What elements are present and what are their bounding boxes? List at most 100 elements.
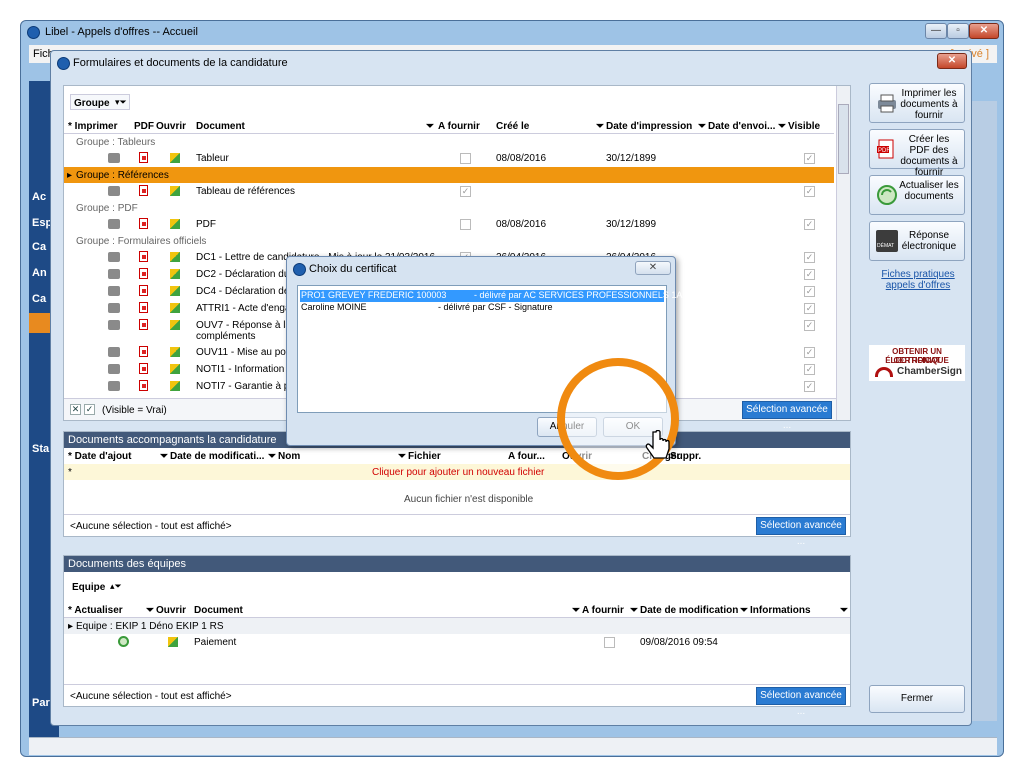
filter-icon[interactable]: ⏷ (778, 121, 786, 132)
close-button[interactable]: Fermer (869, 685, 965, 713)
visible-checkbox[interactable]: ✓ (804, 252, 815, 263)
visible-checkbox[interactable]: ✓ (804, 219, 815, 230)
table-row[interactable]: PDF 08/08/2016 30/12/1899 ✓ (64, 216, 834, 232)
table-row[interactable]: Tableau de références ✓ ✓ (64, 183, 834, 199)
visible-checkbox[interactable]: ✓ (804, 364, 815, 375)
col-date-modification[interactable]: Date de modificati... (170, 451, 264, 462)
vertical-scrollbar[interactable] (836, 86, 850, 420)
a-fournir-checkbox[interactable] (460, 153, 471, 164)
window-titlebar[interactable]: Libel - Appels d'offres -- Accueil — ▫ ✕ (21, 21, 1003, 43)
sidebar-item[interactable]: Ac (32, 191, 46, 203)
col-ouvrir[interactable]: Ouvrir (156, 121, 186, 132)
open-icon[interactable] (170, 381, 180, 391)
open-icon[interactable] (168, 637, 178, 647)
print-icon[interactable] (108, 286, 120, 296)
visible-checkbox[interactable]: ✓ (804, 347, 815, 358)
fiches-pratiques-link[interactable]: Fiches pratiques appels d'offres (871, 269, 965, 291)
minimize-button[interactable]: — (925, 23, 947, 39)
pdf-icon[interactable] (139, 152, 148, 163)
filter-icon[interactable]: ⏷ (840, 605, 848, 616)
a-fournir-checkbox[interactable]: ✓ (460, 186, 471, 197)
print-documents-button[interactable]: Imprimer les documents à fournir (869, 83, 965, 123)
col-cree-le[interactable]: Créé le (496, 121, 529, 132)
filter-icon[interactable]: ⏷ (268, 451, 276, 462)
open-icon[interactable] (170, 320, 180, 330)
print-icon[interactable] (108, 186, 120, 196)
pdf-icon[interactable] (139, 346, 148, 357)
print-icon[interactable] (108, 153, 120, 163)
col-visible[interactable]: Visible (788, 121, 820, 132)
scrollbar-thumb[interactable] (838, 104, 849, 174)
team-group-row[interactable]: ▸ Equipe : EKIP 1 Déno EKIP 1 RS (64, 618, 850, 634)
visible-checkbox[interactable]: ✓ (804, 381, 815, 392)
col-date-modification[interactable]: Date de modification (640, 605, 738, 616)
filter-icon[interactable]: ⏷ (426, 121, 434, 132)
print-icon[interactable] (108, 269, 120, 279)
filter-icon[interactable]: ⏷ (630, 605, 638, 616)
open-icon[interactable] (170, 219, 180, 229)
dialog-close-button[interactable]: ✕ (635, 261, 671, 275)
pdf-icon[interactable] (139, 185, 148, 196)
group-row[interactable]: Groupe : PDF (64, 200, 834, 216)
open-icon[interactable] (170, 364, 180, 374)
visible-checkbox[interactable]: ✓ (804, 286, 815, 297)
col-a-fournir[interactable]: A fournir (582, 605, 624, 616)
advanced-selection-button[interactable]: Sélection avancée ... (756, 687, 846, 717)
open-icon[interactable] (170, 269, 180, 279)
filter-icon[interactable]: ⏷ (596, 121, 604, 132)
filter-enabled-checkbox[interactable]: ✓ (84, 404, 95, 415)
col-a-fournir[interactable]: A fournir (438, 121, 480, 132)
create-pdf-button[interactable]: PDF Créer les PDF des documents à fourni… (869, 129, 965, 178)
print-icon[interactable] (108, 347, 120, 357)
sidebar-item[interactable]: An (32, 267, 47, 279)
a-fournir-checkbox[interactable] (460, 219, 471, 230)
col-nom[interactable]: Nom (278, 451, 300, 462)
col-actualiser[interactable]: * Actualiser (68, 605, 123, 616)
group-row[interactable]: Groupe : Tableurs (64, 134, 834, 150)
col-fichier[interactable]: Fichier (408, 451, 441, 462)
col-document[interactable]: Document (196, 121, 245, 132)
col-informations[interactable]: Informations (750, 605, 811, 616)
list-item[interactable]: PRO1 GREVEY FREDERIC 100003 - délivré pa… (300, 290, 682, 302)
open-icon[interactable] (170, 252, 180, 262)
open-icon[interactable] (170, 286, 180, 296)
group-by-box[interactable]: Groupe ▾⏷ (70, 94, 130, 110)
pdf-icon[interactable] (139, 218, 148, 229)
electronic-response-button[interactable]: DÉMAT Réponse électronique (869, 221, 965, 261)
maximize-button[interactable]: ▫ (947, 23, 969, 39)
visible-checkbox[interactable]: ✓ (804, 303, 815, 314)
pdf-icon[interactable] (139, 302, 148, 313)
pdf-icon[interactable] (139, 285, 148, 296)
sidebar-item[interactable]: Par (32, 697, 50, 709)
window-close-button[interactable]: ✕ (969, 23, 999, 39)
col-suppr[interactable]: Suppr. (670, 451, 701, 462)
col-date-ajout[interactable]: * Date d'ajout (68, 451, 132, 462)
advanced-selection-button[interactable]: Sélection avancée ... (756, 517, 846, 547)
list-item[interactable]: Caroline MOINE - délivré par CSF - Signa… (300, 302, 664, 314)
visible-checkbox[interactable]: ✓ (804, 153, 815, 164)
group-row[interactable]: Groupe : Formulaires officiels (64, 233, 834, 249)
filter-icon[interactable]: ⏷ (698, 121, 706, 132)
print-icon[interactable] (108, 364, 120, 374)
a-fournir-checkbox[interactable] (604, 637, 615, 648)
visible-checkbox[interactable]: ✓ (804, 320, 815, 331)
dialog-close-button[interactable]: ✕ (937, 53, 967, 69)
sidebar-item[interactable]: Ca (32, 241, 46, 253)
pdf-icon[interactable] (139, 319, 148, 330)
chambersign-banner[interactable]: OBTENIR UN CERTIFICAT ÉLECTRONIQUE Chamb… (869, 345, 965, 381)
col-ouvrir[interactable]: Ouvrir (156, 605, 186, 616)
pdf-icon[interactable] (139, 268, 148, 279)
filter-icon[interactable]: ⏷ (572, 605, 580, 616)
add-file-hint[interactable]: Cliquer pour ajouter un nouveau fichier (372, 467, 544, 478)
col-date-envoi[interactable]: Date d'envoi... (708, 121, 775, 132)
add-file-row[interactable]: * Cliquer pour ajouter un nouveau fichie… (64, 464, 850, 480)
open-icon[interactable] (170, 153, 180, 163)
filter-icon[interactable]: ⏷ (398, 451, 406, 462)
pdf-icon[interactable] (139, 251, 148, 262)
refresh-documents-button[interactable]: Actualiser les documents (869, 175, 965, 215)
refresh-icon[interactable] (118, 636, 129, 647)
open-icon[interactable] (170, 347, 180, 357)
sidebar-item[interactable]: Sta (32, 443, 49, 455)
expand-icon[interactable]: ▸ (67, 170, 72, 181)
filter-icon[interactable]: ⏷ (146, 605, 154, 616)
